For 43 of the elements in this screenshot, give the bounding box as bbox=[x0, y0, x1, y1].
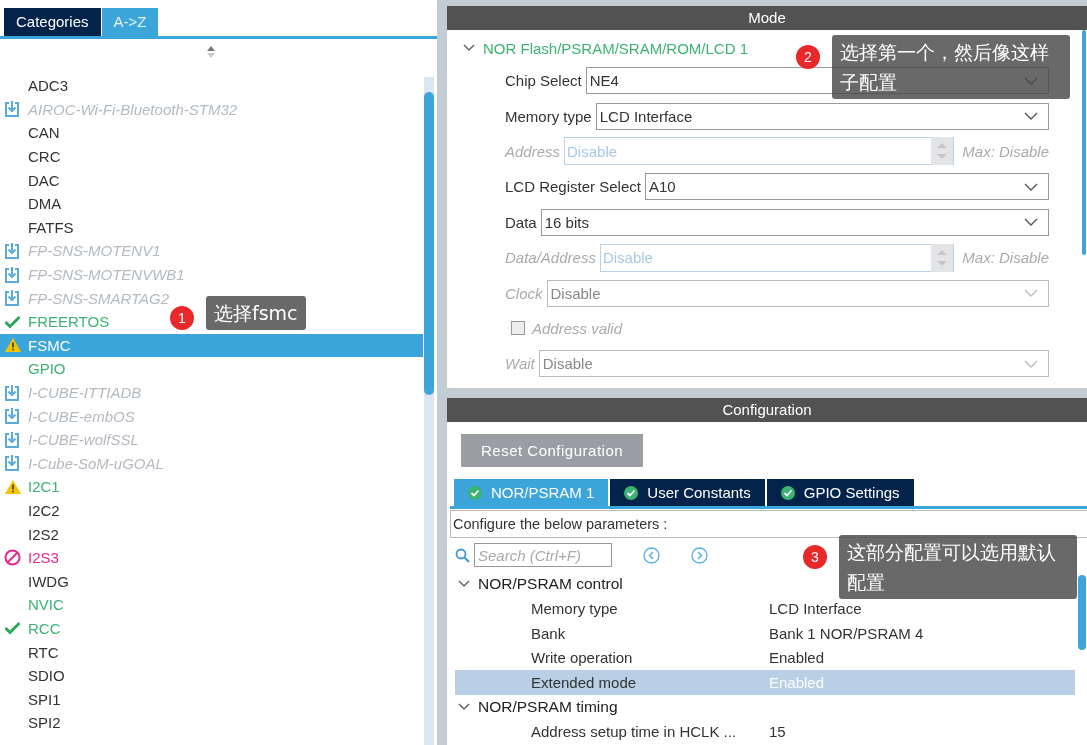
peripheral-item[interactable]: I2S3 bbox=[28, 549, 59, 567]
checkbox-label: Address valid bbox=[532, 319, 623, 337]
peripheral-item[interactable]: I2C2 bbox=[28, 502, 60, 519]
field-label: Wait bbox=[505, 355, 535, 373]
tooltip: 这部分配置可以选用默认配置 bbox=[839, 535, 1077, 599]
peripheral-item[interactable]: DMA bbox=[28, 195, 62, 213]
field-label: Memory type bbox=[505, 107, 592, 125]
field-label: Chip Select bbox=[505, 72, 582, 90]
peripheral-item[interactable]: I2S2 bbox=[28, 525, 59, 543]
parameter-row[interactable]: Extended mode Enabled bbox=[455, 670, 1075, 695]
field-label: Data bbox=[505, 213, 537, 231]
tooltip: 选择第一个，然后像这样子配置 bbox=[832, 35, 1070, 99]
field-label: LCD Register Select bbox=[505, 178, 641, 196]
peripheral-item[interactable]: CRC bbox=[28, 148, 61, 166]
field-label: Data/Address bbox=[505, 249, 596, 267]
dropdown[interactable]: 16 bits bbox=[540, 208, 1049, 236]
config-tab[interactable]: User Constants bbox=[610, 479, 765, 506]
parameter-row[interactable]: Memory type LCD Interface bbox=[455, 596, 1075, 621]
peripheral-item[interactable]: ADC3 bbox=[28, 77, 68, 95]
section-header: Mode bbox=[447, 6, 1087, 30]
peripheral-item[interactable]: SPI1 bbox=[28, 690, 61, 708]
peripheral-item[interactable]: RTC bbox=[28, 643, 59, 661]
max-label: Max: Disable bbox=[962, 249, 1049, 267]
peripheral-item[interactable]: SPI2 bbox=[28, 714, 61, 732]
peripheral-item[interactable]: CAN bbox=[28, 124, 60, 142]
parameter-row[interactable]: Bank Bank 1 NOR/PSRAM 4 bbox=[455, 621, 1075, 646]
max-label: Max: Disable bbox=[962, 142, 1049, 160]
parameter-row[interactable]: Address setup time in HCLK ... 15 bbox=[455, 719, 1075, 744]
peripheral-item[interactable]: IWDG bbox=[28, 572, 69, 590]
search-field[interactable]: Search (Ctrl+F) bbox=[474, 543, 612, 567]
dropdown[interactable]: LCD Interface bbox=[595, 102, 1049, 130]
tooltip: 选择fsmc bbox=[206, 296, 306, 330]
peripheral-item[interactable]: DAC bbox=[28, 171, 60, 189]
tree-group[interactable]: NOR/PSRAM timing bbox=[450, 694, 1075, 719]
parameter-row[interactable]: Write operation Enabled bbox=[455, 645, 1075, 670]
config-tab[interactable]: GPIO Settings bbox=[766, 479, 914, 506]
field-label: Address bbox=[505, 142, 561, 160]
dropdown[interactable]: A10 bbox=[644, 173, 1049, 201]
peripheral-item[interactable]: SDIO bbox=[28, 667, 65, 685]
panel-tab[interactable]: Categories bbox=[4, 8, 101, 36]
peripheral-item[interactable]: FATFS bbox=[28, 218, 74, 236]
section-header: Configuration bbox=[447, 398, 1087, 422]
field-label: Clock bbox=[505, 284, 543, 302]
